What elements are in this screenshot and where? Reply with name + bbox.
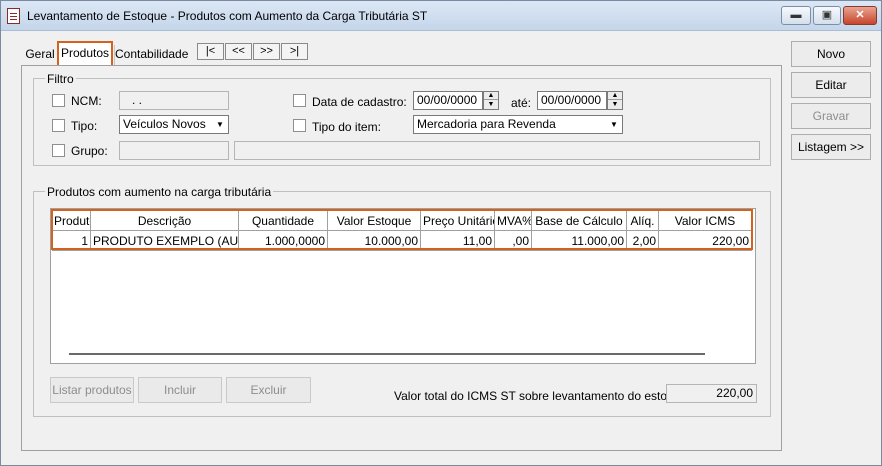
data-fim-spinner[interactable]: ▲ ▼ <box>607 91 623 110</box>
column-header-produto[interactable]: Produto <box>52 211 91 231</box>
column-header-quantidade[interactable]: Quantidade <box>239 211 328 231</box>
incluir-button[interactable]: Incluir <box>138 377 222 403</box>
total-label: Valor total do ICMS ST sobre levantament… <box>394 389 691 403</box>
ncm-label: NCM: <box>71 94 102 108</box>
table-row-quantidade[interactable]: 1.000,0000 <box>239 231 328 251</box>
title-bar: Levantamento de Estoque - Produtos com A… <box>1 1 881 31</box>
nav-first-button[interactable]: |< <box>197 43 224 60</box>
total-value: 220,00 <box>666 384 757 403</box>
document-icon <box>7 8 20 24</box>
table-row-produto[interactable]: 1 <box>52 231 91 251</box>
arrow-down-icon[interactable]: ▼ <box>484 101 498 109</box>
column-header-aliq[interactable]: Alíq. <box>627 211 659 231</box>
horizontal-scrollbar[interactable] <box>69 353 705 355</box>
tipo-item-select-value: Mercadoria para Revenda <box>417 117 556 131</box>
novo-button[interactable]: Novo <box>791 41 871 67</box>
grupo-checkbox[interactable] <box>52 144 65 157</box>
table-row-valor-estoque[interactable]: 10.000,00 <box>328 231 421 251</box>
ncm-input[interactable]: . . <box>119 91 229 110</box>
window-title: Levantamento de Estoque - Produtos com A… <box>27 9 428 23</box>
main-window: Levantamento de Estoque - Produtos com A… <box>0 0 882 466</box>
tipo-label: Tipo: <box>71 119 98 133</box>
tipo-checkbox[interactable] <box>52 119 65 132</box>
grupo-code-input[interactable] <box>119 141 229 160</box>
maximize-button[interactable]: ▣ <box>813 6 841 25</box>
data-inicio-input[interactable]: 00/00/0000 <box>413 91 483 110</box>
table-row-preco-unitario[interactable]: 11,00 <box>421 231 495 251</box>
listagem-button[interactable]: Listagem >> <box>791 134 871 160</box>
editar-button[interactable]: Editar <box>791 72 871 98</box>
nav-prev-button[interactable]: << <box>225 43 252 60</box>
data-inicio-spinner[interactable]: ▲ ▼ <box>483 91 499 110</box>
excluir-button[interactable]: Excluir <box>226 377 311 403</box>
tab-contabilidade[interactable]: Contabilidade <box>114 45 188 65</box>
produtos-legend: Produtos com aumento na carga tributária <box>45 185 274 199</box>
tipo-item-label: Tipo do item: <box>312 120 381 134</box>
column-header-mva[interactable]: MVA% <box>495 211 532 231</box>
table-row-aliq[interactable]: 2,00 <box>627 231 659 251</box>
minimize-button[interactable]: ▬ <box>781 6 811 25</box>
table-row-valor-icms[interactable]: 220,00 <box>659 231 752 251</box>
arrow-up-icon[interactable]: ▲ <box>484 92 498 100</box>
close-button[interactable]: ✕ <box>843 6 877 25</box>
column-header-valor-icms[interactable]: Valor ICMS <box>659 211 752 231</box>
table-row-mva[interactable]: ,00 <box>495 231 532 251</box>
data-fim-input[interactable]: 00/00/0000 <box>537 91 607 110</box>
tipo-select-value: Veículos Novos <box>123 117 206 131</box>
table-row-base-calculo[interactable]: 11.000,00 <box>532 231 627 251</box>
ate-label: até: <box>511 96 532 110</box>
grupo-description-input[interactable] <box>234 141 760 160</box>
tipo-item-checkbox[interactable] <box>293 119 306 132</box>
chevron-down-icon: ▼ <box>606 116 622 133</box>
filtro-legend: Filtro <box>45 72 76 86</box>
tab-produtos[interactable]: Produtos <box>57 41 113 66</box>
column-header-descricao[interactable]: Descrição <box>91 211 239 231</box>
listar-produtos-button[interactable]: Listar produtos <box>50 377 134 403</box>
column-header-preco-unitario[interactable]: Preço Unitário <box>421 211 495 231</box>
chevron-down-icon: ▼ <box>212 116 228 133</box>
produtos-table[interactable]: Produto Descrição Quantidade Valor Estoq… <box>50 208 756 364</box>
table-row-descricao[interactable]: PRODUTO EXEMPLO (AUME <box>91 231 239 251</box>
column-header-base-calculo[interactable]: Base de Cálculo <box>532 211 627 231</box>
tipo-select[interactable]: Veículos Novos ▼ <box>119 115 229 134</box>
arrow-up-icon[interactable]: ▲ <box>608 92 622 100</box>
ncm-checkbox[interactable] <box>52 94 65 107</box>
tipo-item-select[interactable]: Mercadoria para Revenda ▼ <box>413 115 623 134</box>
gravar-button[interactable]: Gravar <box>791 103 871 129</box>
tab-geral[interactable]: Geral <box>23 45 57 65</box>
data-cadastro-label: Data de cadastro: <box>312 95 407 109</box>
nav-next-button[interactable]: >> <box>253 43 280 60</box>
grupo-label: Grupo: <box>71 144 108 158</box>
column-header-valor-estoque[interactable]: Valor Estoque <box>328 211 421 231</box>
nav-last-button[interactable]: >| <box>281 43 308 60</box>
arrow-down-icon[interactable]: ▼ <box>608 101 622 109</box>
data-cadastro-checkbox[interactable] <box>293 94 306 107</box>
